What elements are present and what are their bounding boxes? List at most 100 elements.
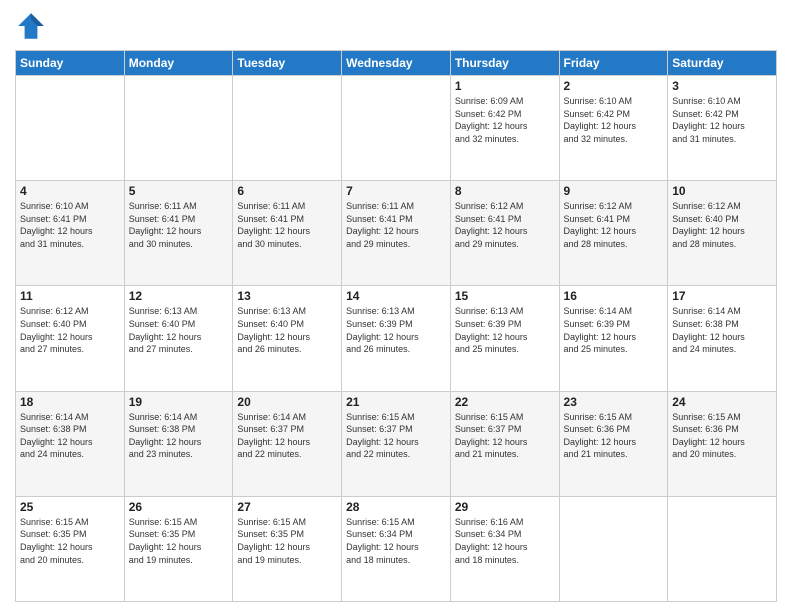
calendar-header-row: SundayMondayTuesdayWednesdayThursdayFrid… [16,51,777,76]
calendar-week-row: 25Sunrise: 6:15 AM Sunset: 6:35 PM Dayli… [16,496,777,601]
calendar-cell: 2 Sunrise: 6:10 AM Sunset: 6:42 PM Daylig… [559,76,668,181]
day-number: 2 [564,79,664,93]
day-number: 16 [564,289,664,303]
calendar-cell: 27 Sunrise: 6:15 AM Sunset: 6:35 PM Dayli… [233,496,342,601]
calendar-cell: 22 Sunrise: 6:15 AM Sunset: 6:37 PM Dayli… [450,391,559,496]
calendar-cell: 14 Sunrise: 6:13 AM Sunset: 6:39 PM Dayli… [342,286,451,391]
day-number: 29 [455,500,555,514]
calendar-cell: 4 Sunrise: 6:10 AM Sunset: 6:41 PM Daylig… [16,181,125,286]
day-number: 28 [346,500,446,514]
day-info: Sunrise: 6:14 AM Sunset: 6:39 PM Dayligh… [564,305,664,355]
calendar-cell: 26 Sunrise: 6:15 AM Sunset: 6:35 PM Dayli… [124,496,233,601]
calendar-cell: 13 Sunrise: 6:13 AM Sunset: 6:40 PM Dayli… [233,286,342,391]
day-number: 15 [455,289,555,303]
calendar-week-row: 4 Sunrise: 6:10 AM Sunset: 6:41 PM Daylig… [16,181,777,286]
calendar-cell: 8 Sunrise: 6:12 AM Sunset: 6:41 PM Daylig… [450,181,559,286]
day-info: Sunrise: 6:12 AM Sunset: 6:40 PM Dayligh… [20,305,120,355]
logo [15,10,51,42]
day-info: Sunrise: 6:10 AM Sunset: 6:41 PM Dayligh… [20,200,120,250]
calendar-cell: 20 Sunrise: 6:14 AM Sunset: 6:37 PM Dayli… [233,391,342,496]
day-info: Sunrise: 6:15 AM Sunset: 6:35 PM Dayligh… [20,516,120,566]
weekday-header: Wednesday [342,51,451,76]
calendar-cell [16,76,125,181]
day-number: 4 [20,184,120,198]
weekday-header: Friday [559,51,668,76]
day-info: Sunrise: 6:15 AM Sunset: 6:36 PM Dayligh… [564,411,664,461]
day-number: 17 [672,289,772,303]
day-number: 19 [129,395,229,409]
calendar-cell: 21 Sunrise: 6:15 AM Sunset: 6:37 PM Dayli… [342,391,451,496]
calendar-cell: 5 Sunrise: 6:11 AM Sunset: 6:41 PM Daylig… [124,181,233,286]
day-number: 6 [237,184,337,198]
day-number: 14 [346,289,446,303]
day-number: 26 [129,500,229,514]
weekday-header: Tuesday [233,51,342,76]
calendar-cell: 3Sunrise: 6:10 AM Sunset: 6:42 PM Daylig… [668,76,777,181]
calendar-cell: 28Sunrise: 6:15 AM Sunset: 6:34 PM Dayli… [342,496,451,601]
calendar-cell: 29 Sunrise: 6:16 AM Sunset: 6:34 PM Dayli… [450,496,559,601]
day-number: 20 [237,395,337,409]
day-info: Sunrise: 6:16 AM Sunset: 6:34 PM Dayligh… [455,516,555,566]
calendar-cell: 6 Sunrise: 6:11 AM Sunset: 6:41 PM Daylig… [233,181,342,286]
day-info: Sunrise: 6:11 AM Sunset: 6:41 PM Dayligh… [346,200,446,250]
day-number: 18 [20,395,120,409]
day-number: 22 [455,395,555,409]
day-number: 5 [129,184,229,198]
weekday-header: Thursday [450,51,559,76]
calendar-cell: 23 Sunrise: 6:15 AM Sunset: 6:36 PM Dayli… [559,391,668,496]
day-info: Sunrise: 6:14 AM Sunset: 6:38 PM Dayligh… [129,411,229,461]
page: SundayMondayTuesdayWednesdayThursdayFrid… [0,0,792,612]
calendar-cell: 16 Sunrise: 6:14 AM Sunset: 6:39 PM Dayli… [559,286,668,391]
day-info: Sunrise: 6:15 AM Sunset: 6:36 PM Dayligh… [672,411,772,461]
day-info: Sunrise: 6:09 AM Sunset: 6:42 PM Dayligh… [455,95,555,145]
day-number: 10 [672,184,772,198]
header [15,10,777,42]
calendar-cell [233,76,342,181]
day-info: Sunrise: 6:14 AM Sunset: 6:38 PM Dayligh… [20,411,120,461]
calendar-cell: 18 Sunrise: 6:14 AM Sunset: 6:38 PM Dayli… [16,391,125,496]
day-number: 7 [346,184,446,198]
day-info: Sunrise: 6:13 AM Sunset: 6:39 PM Dayligh… [455,305,555,355]
calendar-cell: 17 Sunrise: 6:14 AM Sunset: 6:38 PM Dayli… [668,286,777,391]
day-number: 1 [455,79,555,93]
day-number: 8 [455,184,555,198]
calendar-week-row: 1 Sunrise: 6:09 AM Sunset: 6:42 PM Daylig… [16,76,777,181]
calendar-cell: 12 Sunrise: 6:13 AM Sunset: 6:40 PM Dayli… [124,286,233,391]
calendar-cell: 25Sunrise: 6:15 AM Sunset: 6:35 PM Dayli… [16,496,125,601]
calendar-week-row: 18 Sunrise: 6:14 AM Sunset: 6:38 PM Dayli… [16,391,777,496]
day-info: Sunrise: 6:12 AM Sunset: 6:40 PM Dayligh… [672,200,772,250]
day-info: Sunrise: 6:15 AM Sunset: 6:35 PM Dayligh… [129,516,229,566]
day-info: Sunrise: 6:12 AM Sunset: 6:41 PM Dayligh… [564,200,664,250]
day-number: 21 [346,395,446,409]
calendar-cell [668,496,777,601]
calendar-cell [559,496,668,601]
day-info: Sunrise: 6:10 AM Sunset: 6:42 PM Dayligh… [564,95,664,145]
day-info: Sunrise: 6:15 AM Sunset: 6:37 PM Dayligh… [346,411,446,461]
calendar-cell [124,76,233,181]
day-info: Sunrise: 6:13 AM Sunset: 6:40 PM Dayligh… [129,305,229,355]
day-info: Sunrise: 6:13 AM Sunset: 6:39 PM Dayligh… [346,305,446,355]
day-info: Sunrise: 6:14 AM Sunset: 6:37 PM Dayligh… [237,411,337,461]
day-info: Sunrise: 6:15 AM Sunset: 6:37 PM Dayligh… [455,411,555,461]
calendar-cell: 9Sunrise: 6:12 AM Sunset: 6:41 PM Daylig… [559,181,668,286]
day-number: 23 [564,395,664,409]
calendar-week-row: 11 Sunrise: 6:12 AM Sunset: 6:40 PM Dayli… [16,286,777,391]
day-number: 11 [20,289,120,303]
day-number: 3 [672,79,772,93]
calendar-cell: 19 Sunrise: 6:14 AM Sunset: 6:38 PM Dayli… [124,391,233,496]
calendar-cell [342,76,451,181]
calendar-table: SundayMondayTuesdayWednesdayThursdayFrid… [15,50,777,602]
day-info: Sunrise: 6:13 AM Sunset: 6:40 PM Dayligh… [237,305,337,355]
day-number: 13 [237,289,337,303]
weekday-header: Saturday [668,51,777,76]
day-info: Sunrise: 6:14 AM Sunset: 6:38 PM Dayligh… [672,305,772,355]
day-info: Sunrise: 6:12 AM Sunset: 6:41 PM Dayligh… [455,200,555,250]
logo-icon [15,10,47,42]
calendar-cell: 15 Sunrise: 6:13 AM Sunset: 6:39 PM Dayli… [450,286,559,391]
day-info: Sunrise: 6:15 AM Sunset: 6:35 PM Dayligh… [237,516,337,566]
day-number: 12 [129,289,229,303]
day-number: 27 [237,500,337,514]
day-info: Sunrise: 6:11 AM Sunset: 6:41 PM Dayligh… [129,200,229,250]
day-info: Sunrise: 6:11 AM Sunset: 6:41 PM Dayligh… [237,200,337,250]
weekday-header: Sunday [16,51,125,76]
